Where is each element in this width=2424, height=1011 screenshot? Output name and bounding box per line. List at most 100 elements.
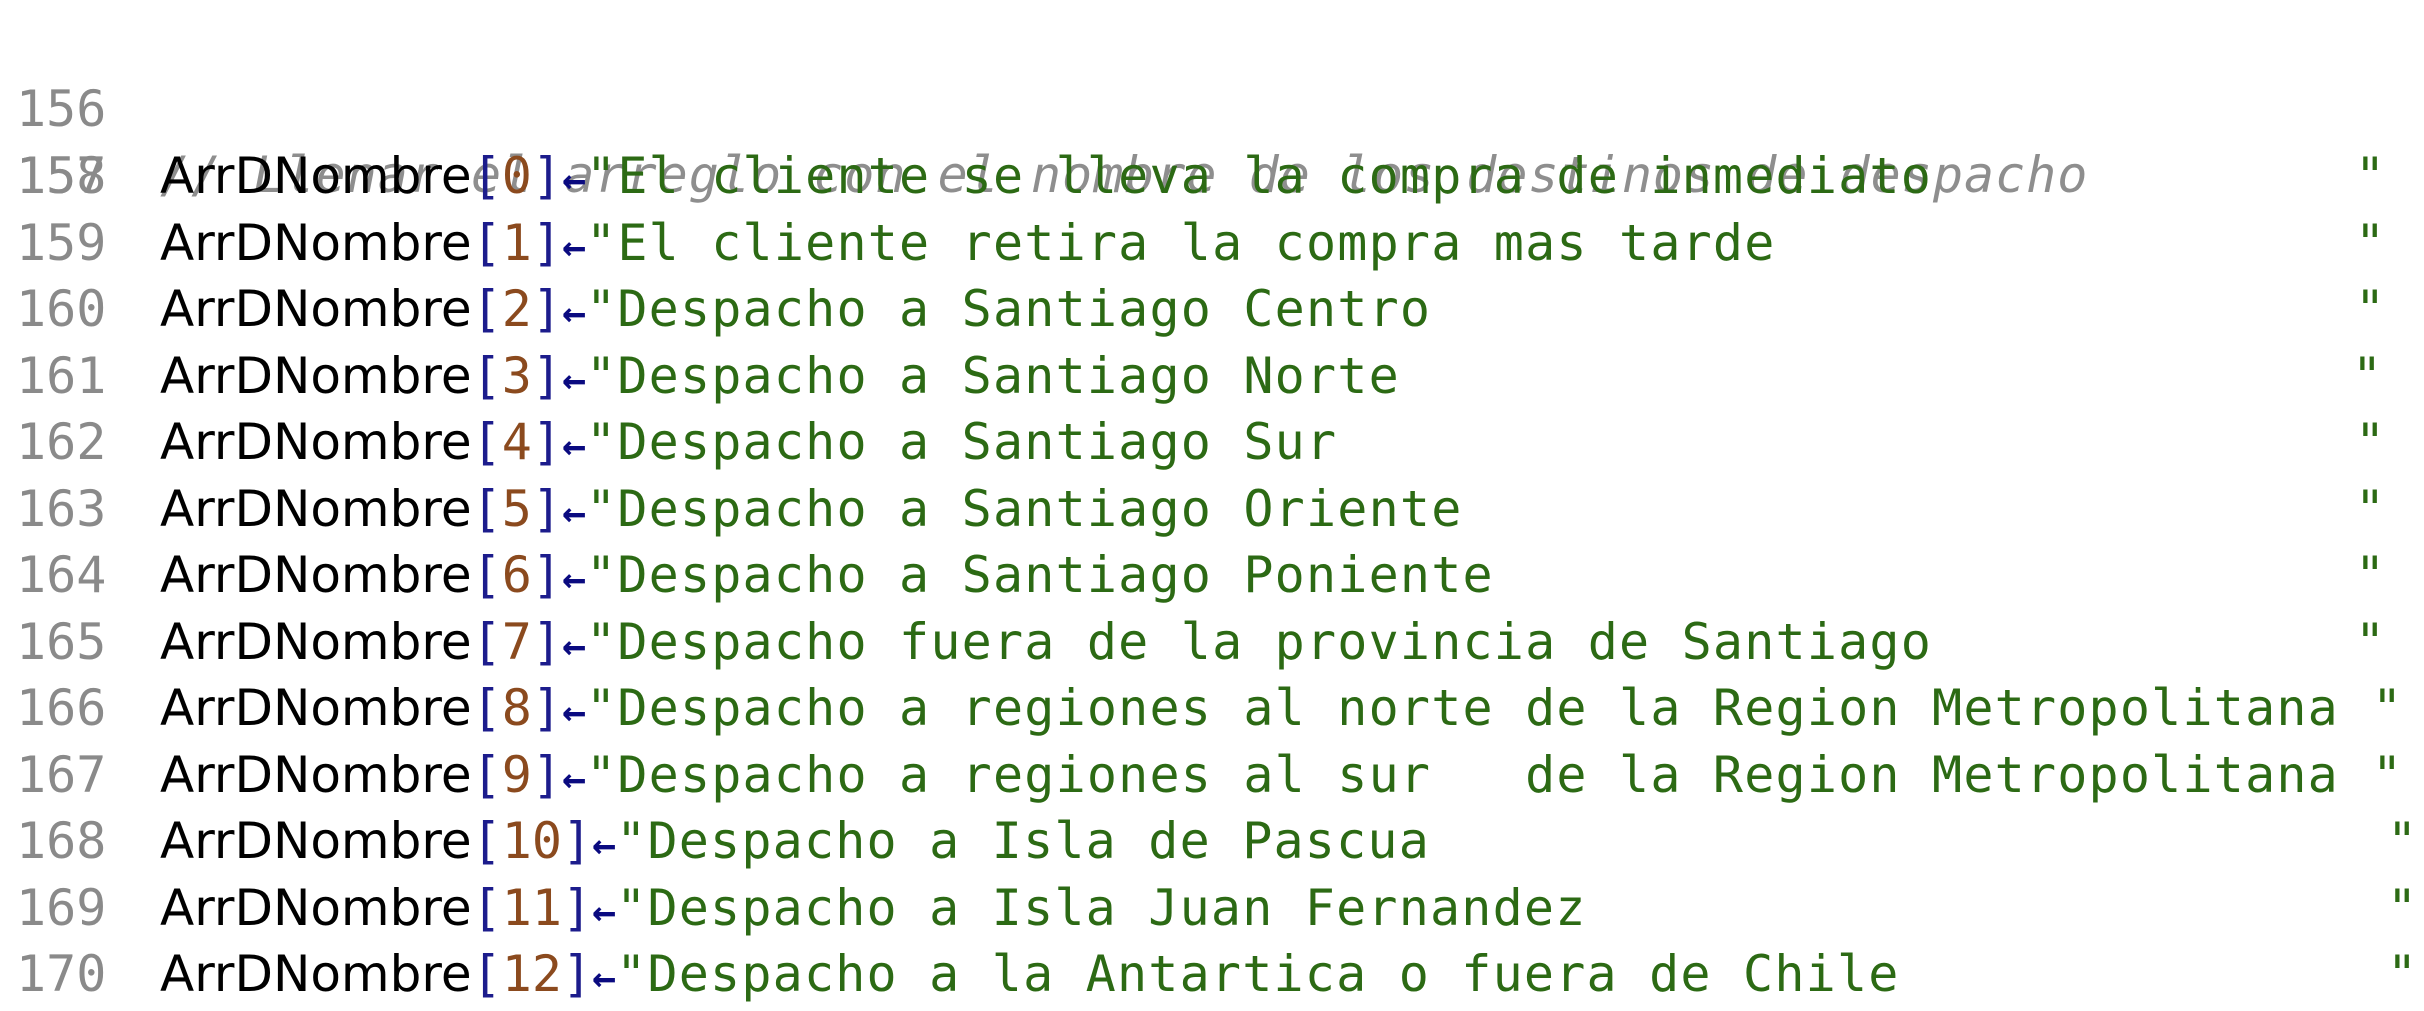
code-statement: ArrDNombre[11]←"Despacho a Isla Juan Fer… (160, 875, 1587, 945)
line-number: 168 (16, 812, 107, 870)
string-literal: "Despacho a regiones al norte de la Regi… (586, 679, 2339, 737)
array-index: 7 (501, 612, 532, 671)
code-statement: ArrDNombre[0]←"El cliente se lleva la co… (160, 143, 1932, 213)
array-identifier: ArrDNombre (160, 945, 472, 1003)
line-number: 165 (16, 612, 107, 671)
array-index: 12 (501, 945, 562, 1003)
array-identifier: ArrDNombre (160, 346, 472, 405)
code-statement: ArrDNombre[7]←"Despacho fuera de la prov… (160, 609, 1932, 679)
array-index: 9 (501, 745, 532, 804)
close-bracket: ] (531, 679, 562, 737)
open-bracket: [ (471, 612, 502, 671)
code-line: 167 ArrDNombre[9]←"Despacho a regiones al… (0, 742, 2424, 808)
line-number: 160 (16, 280, 107, 338)
code-statement: ArrDNombre[2]←"Despacho a Santiago Centr… (160, 276, 1431, 346)
string-literal: "El cliente se lleva la compra de inmedi… (586, 147, 1933, 205)
close-bracket: ] (531, 546, 562, 604)
line-number: 164 (16, 546, 107, 604)
assign-arrow-icon: ← (561, 356, 587, 403)
string-literal: "Despacho a Santiago Oriente (586, 479, 1463, 538)
close-bracket: ] (561, 878, 593, 937)
code-line: 164 ArrDNombre[6]←"Despacho a Santiago Po… (0, 542, 2424, 608)
array-identifier: ArrDNombre (160, 878, 472, 937)
string-end-quote: " (2372, 745, 2403, 804)
assign-arrow-icon: ← (561, 223, 587, 270)
string-literal: "Despacho a Isla Juan Fernandez (616, 878, 1587, 937)
code-line: 156 // Llenar el arreglo con el nombre d… (0, 10, 2087, 204)
code-line: 170 ArrDNombre[12]←"Despacho a la Antarti… (0, 941, 2424, 1007)
code-statement: ArrDNombre[4]←"Despacho a Santiago Sur (160, 409, 1337, 479)
string-literal: "Despacho a Santiago Sur (586, 413, 1338, 471)
array-identifier: ArrDNombre (160, 612, 472, 671)
close-bracket: ] (531, 745, 562, 804)
code-line: 161 ArrDNombre[3]←"Despacho a Santiago No… (0, 343, 2424, 409)
code-line: 166 ArrDNombre[8]←"Despacho a regiones al… (0, 675, 2424, 741)
array-index: 10 (501, 812, 562, 870)
open-bracket: [ (471, 878, 502, 937)
string-literal: "Despacho a Santiago Poniente (586, 546, 1494, 604)
line-number: 170 (16, 945, 107, 1003)
open-bracket: [ (471, 679, 502, 737)
array-identifier: ArrDNombre (160, 280, 472, 338)
code-statement: ArrDNombre[12]←"Despacho a la Antartica … (160, 941, 1900, 1011)
open-bracket: [ (471, 346, 502, 405)
line-number: 161 (16, 346, 107, 405)
open-bracket: [ (471, 413, 502, 471)
array-identifier: ArrDNombre (160, 812, 472, 870)
string-literal: "El cliente retira la compra mas tarde (586, 213, 1776, 272)
array-identifier: ArrDNombre (160, 479, 472, 538)
close-bracket: ] (531, 413, 562, 471)
string-end-quote: " (2355, 280, 2386, 338)
code-statement: ArrDNombre[1]←"El cliente retira la comp… (160, 210, 1776, 280)
open-bracket: [ (471, 945, 502, 1003)
array-index: 0 (501, 147, 532, 205)
code-line: 162 ArrDNombre[4]←"Despacho a Santiago Su… (0, 409, 2424, 475)
assign-arrow-icon: ← (592, 955, 617, 1001)
code-line: 165 ArrDNombre[7]←"Despacho fuera de la p… (0, 609, 2424, 675)
string-literal: "Despacho a Santiago Centro (586, 280, 1432, 338)
string-end-quote: " (2355, 612, 2386, 671)
code-statement: ArrDNombre[10]←"Despacho a Isla de Pascu… (160, 808, 1430, 878)
open-bracket: [ (471, 213, 502, 272)
code-line: 163 ArrDNombre[5]←"Despacho a Santiago Or… (0, 476, 2424, 542)
array-index: 2 (501, 280, 532, 338)
assign-arrow-icon: ← (592, 888, 617, 935)
code-line: 168 ArrDNombre[10]←"Despacho a Isla de Pa… (0, 808, 2424, 874)
code-line: 169 ArrDNombre[11]←"Despacho a Isla Juan … (0, 875, 2424, 941)
string-end-quote: " (2372, 679, 2403, 737)
line-number: 166 (16, 679, 107, 737)
assign-arrow-icon: ← (561, 489, 587, 536)
line-number: 169 (16, 878, 107, 937)
assign-arrow-icon: ← (561, 755, 587, 802)
close-bracket: ] (531, 147, 562, 205)
code-statement: ArrDNombre[9]←"Despacho a regiones al su… (160, 742, 2339, 812)
close-bracket: ] (531, 612, 562, 671)
open-bracket: [ (471, 280, 502, 338)
line-number: 162 (16, 413, 107, 471)
string-literal: "Despacho a Santiago Norte (586, 346, 1400, 405)
close-bracket: ] (561, 945, 593, 1003)
array-identifier: ArrDNombre (160, 413, 472, 471)
close-bracket: ] (531, 280, 562, 338)
string-end-quote: " (2387, 945, 2418, 1003)
line-number: 158 (16, 147, 107, 205)
string-end-quote: " (2355, 213, 2386, 272)
array-index: 4 (501, 413, 532, 471)
code-editor[interactable]: 156 // Llenar el arreglo con el nombre d… (0, 0, 2424, 1003)
close-bracket: ] (531, 213, 562, 272)
close-bracket: ] (561, 812, 593, 870)
string-end-quote: " (2387, 812, 2418, 870)
close-bracket: ] (531, 479, 562, 538)
string-literal: "Despacho a la Antartica o fuera de Chil… (616, 945, 1900, 1003)
assign-arrow-icon: ← (561, 423, 587, 469)
open-bracket: [ (471, 745, 502, 804)
code-statement: ArrDNombre[8]←"Despacho a regiones al no… (160, 675, 2339, 745)
array-index: 1 (501, 213, 532, 272)
assign-arrow-icon: ← (561, 157, 587, 203)
array-identifier: ArrDNombre (160, 147, 472, 205)
open-bracket: [ (471, 812, 502, 870)
string-end-quote: " (2355, 413, 2386, 471)
code-line: 159 ArrDNombre[1]←"El cliente retira la c… (0, 210, 2424, 276)
string-end-quote: " (2387, 878, 2418, 937)
array-index: 5 (501, 479, 532, 538)
